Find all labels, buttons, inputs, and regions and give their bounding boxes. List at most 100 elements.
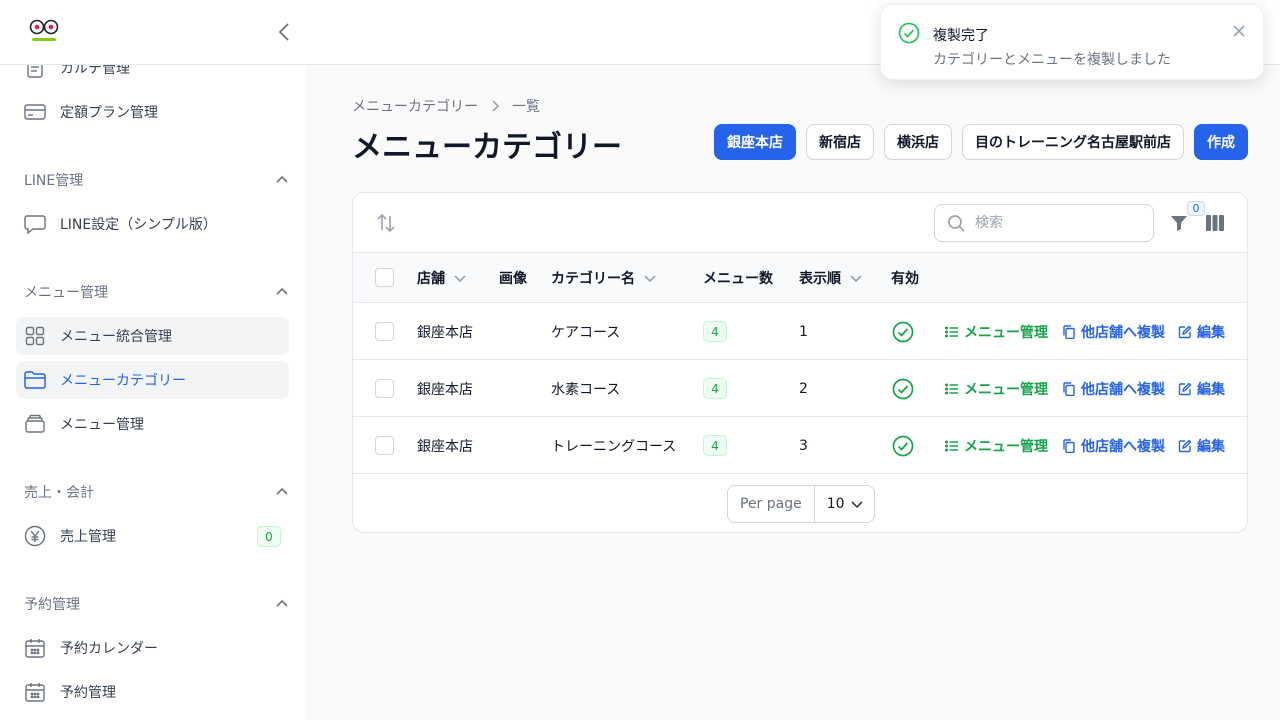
menu-manage-link[interactable]: メニュー管理	[945, 379, 1048, 399]
chevron-up-icon	[276, 175, 288, 183]
columns-icon[interactable]	[1205, 213, 1225, 233]
check-circle-icon	[892, 378, 914, 399]
sidebar-item-label: カルテ管理	[60, 65, 130, 77]
column-header-category[interactable]: カテゴリー名	[551, 253, 657, 303]
stack-icon	[24, 413, 46, 435]
sidebar-item-label: 予約管理	[60, 685, 116, 701]
sidebar-group-sales[interactable]: 売上・会計	[24, 481, 289, 503]
chevron-up-icon	[276, 599, 288, 607]
check-circle-icon	[892, 435, 914, 456]
sidebar-group-menu[interactable]: メニュー管理	[24, 281, 289, 303]
sidebar-group-line[interactable]: LINE管理	[24, 169, 289, 191]
edit-icon	[1178, 325, 1192, 338]
sidebar: カルテ管理 定額プラン管理 LINE管理 LINE設定（シンプル版） メニュー管…	[0, 65, 305, 720]
breadcrumb: メニューカテゴリー 一覧	[352, 96, 540, 116]
search-input[interactable]	[975, 215, 1135, 231]
column-label: メニュー数	[703, 271, 773, 287]
search-field[interactable]	[934, 204, 1154, 242]
sidebar-item-label: 予約カレンダー	[60, 641, 158, 657]
store-button-ginza[interactable]: 銀座本店	[714, 124, 796, 160]
check-circle-icon	[898, 22, 920, 44]
row-checkbox[interactable]	[375, 322, 394, 341]
copy-to-store-link[interactable]: 他店舗へ複製	[1062, 379, 1165, 399]
column-label: 表示順	[799, 271, 841, 287]
copy-to-store-link[interactable]: 他店舗へ複製	[1062, 436, 1165, 456]
edit-icon	[1178, 439, 1192, 452]
chat-bubble-icon	[24, 213, 46, 235]
logo	[29, 19, 59, 41]
reorder-icon[interactable]	[375, 212, 397, 234]
sidebar-item-reservation-calendar[interactable]: 予約カレンダー	[16, 629, 289, 667]
close-icon[interactable]	[1230, 22, 1248, 40]
menu-count-badge: 4	[703, 321, 727, 342]
collapse-sidebar-icon[interactable]	[274, 20, 294, 44]
link-label: 編集	[1197, 381, 1225, 398]
row-checkbox[interactable]	[375, 379, 394, 398]
sidebar-item-line-settings[interactable]: LINE設定（シンプル版）	[16, 205, 289, 243]
per-page-value: 10	[826, 496, 845, 512]
calendar-icon	[24, 637, 46, 659]
filter-count-badge: 0	[1187, 201, 1205, 216]
store-button-yokohama[interactable]: 横浜店	[884, 124, 952, 160]
page-title: メニューカテゴリー	[352, 130, 622, 165]
cell-category: ケアコース	[551, 324, 621, 341]
copy-icon	[1063, 381, 1075, 396]
edit-link[interactable]: 編集	[1178, 379, 1225, 399]
sidebar-item-menu-category[interactable]: メニューカテゴリー	[16, 361, 289, 399]
sidebar-item-reservation-management[interactable]: 予約管理	[16, 673, 289, 711]
table-row: 銀座本店 水素コース 4 2 メニュー管理 他店舗へ複製 編集	[353, 360, 1247, 417]
sidebar-item-label: 定額プラン管理	[60, 105, 158, 121]
list-icon	[945, 439, 958, 452]
link-label: 編集	[1197, 438, 1225, 455]
column-label: カテゴリー名	[551, 271, 635, 287]
sidebar-item-menu-management[interactable]: メニュー管理	[16, 405, 289, 443]
copy-icon	[1063, 438, 1075, 453]
column-header-image: 画像	[499, 253, 527, 303]
sidebar-item-plans[interactable]: 定額プラン管理	[16, 93, 289, 131]
column-header-store[interactable]: 店舗	[417, 253, 467, 303]
edit-link[interactable]: 編集	[1178, 322, 1225, 342]
table-toolbar: 0	[353, 193, 1247, 253]
copy-icon	[1063, 324, 1075, 339]
copy-to-store-link[interactable]: 他店舗へ複製	[1062, 322, 1165, 342]
breadcrumb-parent[interactable]: メニューカテゴリー	[352, 96, 478, 116]
per-page-select[interactable]: 10	[815, 486, 874, 522]
yen-icon	[24, 525, 46, 547]
select-all-checkbox[interactable]	[375, 268, 394, 287]
cell-store: 銀座本店	[417, 324, 473, 341]
sidebar-item-menu-integrated[interactable]: メニュー統合管理	[16, 317, 289, 355]
row-checkbox[interactable]	[375, 436, 394, 455]
sidebar-group-reservation[interactable]: 予約管理	[24, 593, 289, 615]
link-label: 他店舗へ複製	[1081, 438, 1165, 455]
toast-notification: 複製完了 カテゴリーとメニューを複製しました	[880, 4, 1264, 80]
link-label: 編集	[1197, 324, 1225, 341]
sidebar-item-label: メニュー管理	[60, 417, 144, 433]
link-label: メニュー管理	[964, 324, 1048, 341]
cell-order: 3	[799, 437, 808, 454]
cell-category: トレーニングコース	[551, 438, 677, 455]
chevron-down-icon	[644, 275, 656, 283]
filter-icon[interactable]	[1169, 213, 1189, 233]
sidebar-item-sales[interactable]: 売上管理 0	[16, 517, 289, 555]
store-button-shinjuku[interactable]: 新宿店	[806, 124, 874, 160]
table-row: 銀座本店 トレーニングコース 4 3 メニュー管理 他店舗へ複製 編集	[353, 417, 1247, 474]
sidebar-item-karte[interactable]: カルテ管理	[16, 65, 289, 87]
list-icon	[945, 382, 958, 395]
menu-manage-link[interactable]: メニュー管理	[945, 322, 1048, 342]
cell-order: 1	[799, 323, 808, 340]
menu-count-badge: 4	[703, 435, 727, 456]
credit-card-icon	[24, 101, 46, 123]
sidebar-item-label: メニューカテゴリー	[60, 373, 186, 389]
cell-category: 水素コース	[551, 381, 621, 398]
chevron-down-icon	[851, 501, 863, 509]
store-button-nagoya[interactable]: 目のトレーニング名古屋駅前店	[962, 124, 1184, 160]
edit-link[interactable]: 編集	[1178, 436, 1225, 456]
create-button[interactable]: 作成	[1194, 124, 1248, 160]
menu-manage-link[interactable]: メニュー管理	[945, 436, 1048, 456]
chevron-up-icon	[276, 487, 288, 495]
calendar-icon	[24, 681, 46, 703]
list-icon	[945, 325, 958, 338]
sidebar-item-label: メニュー統合管理	[60, 329, 172, 345]
column-header-order[interactable]: 表示順	[799, 253, 863, 303]
chevron-down-icon	[850, 275, 862, 283]
